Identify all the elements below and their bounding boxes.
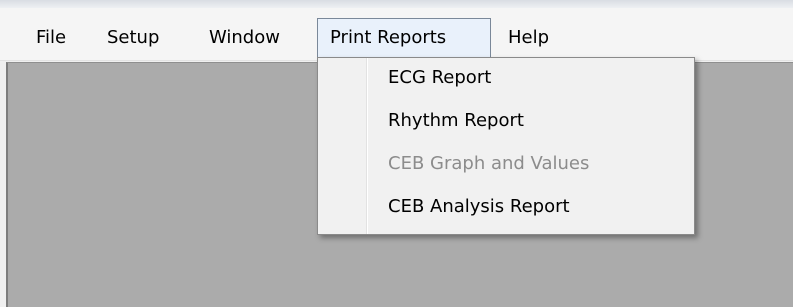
menu-icon-gutter xyxy=(318,58,367,234)
menu-gutter-separator xyxy=(367,58,368,234)
menu-file[interactable]: File xyxy=(24,18,78,58)
menu-item-ecg-report[interactable]: ECG Report xyxy=(388,60,491,96)
menu-item-rhythm-report[interactable]: Rhythm Report xyxy=(388,103,524,139)
window-title-edge xyxy=(0,0,793,8)
menu-print-reports[interactable]: Print Reports xyxy=(317,18,491,58)
menu-setup[interactable]: Setup xyxy=(95,18,171,58)
print-reports-dropdown: ECG Report Rhythm Report CEB Graph and V… xyxy=(317,57,695,235)
menu-help[interactable]: Help xyxy=(496,18,561,58)
menu-window[interactable]: Window xyxy=(197,18,292,58)
menu-item-ceb-graph-and-values[interactable]: CEB Graph and Values xyxy=(388,146,589,182)
menu-bar: File Setup Window Print Reports Help xyxy=(0,8,793,61)
menu-item-ceb-analysis-report[interactable]: CEB Analysis Report xyxy=(388,189,570,225)
